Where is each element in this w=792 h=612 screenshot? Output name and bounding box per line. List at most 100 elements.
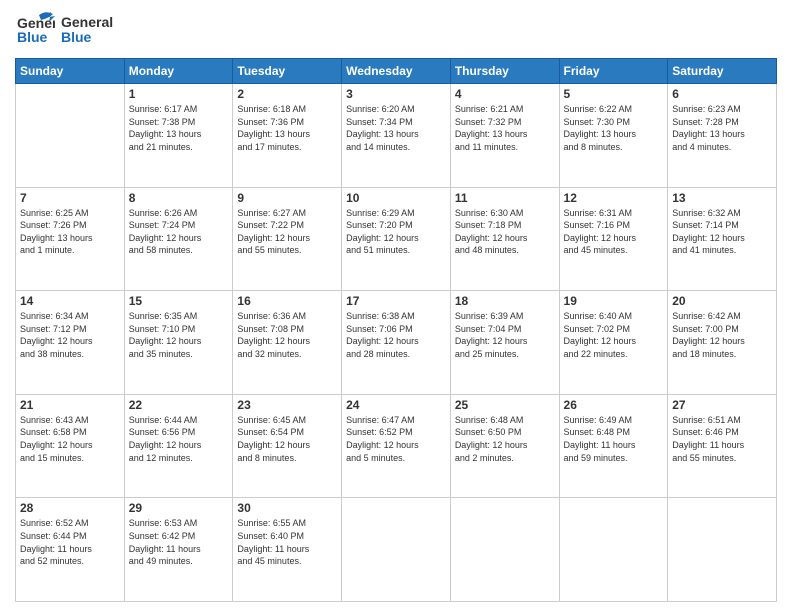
calendar-week-4: 28 Sunrise: 6:52 AM Sunset: 6:44 PM Dayli… — [16, 498, 777, 602]
day-info: Sunrise: 6:21 AM Sunset: 7:32 PM Dayligh… — [455, 103, 555, 153]
calendar-cell: 18 Sunrise: 6:39 AM Sunset: 7:04 PM Dayli… — [450, 291, 559, 395]
calendar-header-monday: Monday — [124, 59, 233, 84]
day-number: 1 — [129, 87, 229, 101]
day-info: Sunrise: 6:43 AM Sunset: 6:58 PM Dayligh… — [20, 414, 120, 464]
day-info: Sunrise: 6:38 AM Sunset: 7:06 PM Dayligh… — [346, 310, 446, 360]
calendar-header-row: SundayMondayTuesdayWednesdayThursdayFrid… — [16, 59, 777, 84]
day-number: 3 — [346, 87, 446, 101]
calendar-header-thursday: Thursday — [450, 59, 559, 84]
logo-text-general: General — [61, 15, 113, 30]
day-info: Sunrise: 6:30 AM Sunset: 7:18 PM Dayligh… — [455, 207, 555, 257]
calendar-cell: 23 Sunrise: 6:45 AM Sunset: 6:54 PM Dayli… — [233, 394, 342, 498]
day-number: 28 — [20, 501, 120, 515]
day-number: 15 — [129, 294, 229, 308]
day-info: Sunrise: 6:45 AM Sunset: 6:54 PM Dayligh… — [237, 414, 337, 464]
day-info: Sunrise: 6:35 AM Sunset: 7:10 PM Dayligh… — [129, 310, 229, 360]
day-number: 17 — [346, 294, 446, 308]
day-number: 21 — [20, 398, 120, 412]
calendar-cell: 25 Sunrise: 6:48 AM Sunset: 6:50 PM Dayli… — [450, 394, 559, 498]
calendar-header-wednesday: Wednesday — [342, 59, 451, 84]
day-info: Sunrise: 6:48 AM Sunset: 6:50 PM Dayligh… — [455, 414, 555, 464]
calendar-cell: 7 Sunrise: 6:25 AM Sunset: 7:26 PM Daylig… — [16, 187, 125, 291]
day-number: 27 — [672, 398, 772, 412]
svg-text:Blue: Blue — [17, 29, 48, 45]
day-info: Sunrise: 6:31 AM Sunset: 7:16 PM Dayligh… — [564, 207, 664, 257]
calendar-cell — [668, 498, 777, 602]
day-number: 8 — [129, 191, 229, 205]
calendar-cell: 16 Sunrise: 6:36 AM Sunset: 7:08 PM Dayli… — [233, 291, 342, 395]
calendar-cell: 20 Sunrise: 6:42 AM Sunset: 7:00 PM Dayli… — [668, 291, 777, 395]
day-info: Sunrise: 6:34 AM Sunset: 7:12 PM Dayligh… — [20, 310, 120, 360]
day-number: 22 — [129, 398, 229, 412]
day-number: 20 — [672, 294, 772, 308]
calendar-cell: 26 Sunrise: 6:49 AM Sunset: 6:48 PM Dayli… — [559, 394, 668, 498]
day-number: 14 — [20, 294, 120, 308]
day-info: Sunrise: 6:36 AM Sunset: 7:08 PM Dayligh… — [237, 310, 337, 360]
calendar-header-saturday: Saturday — [668, 59, 777, 84]
day-number: 16 — [237, 294, 337, 308]
day-number: 18 — [455, 294, 555, 308]
day-info: Sunrise: 6:52 AM Sunset: 6:44 PM Dayligh… — [20, 517, 120, 567]
day-number: 19 — [564, 294, 664, 308]
calendar-cell: 19Sunrise: 6:40 AM Sunset: 7:02 PM Dayli… — [559, 291, 668, 395]
calendar-cell: 28 Sunrise: 6:52 AM Sunset: 6:44 PM Dayli… — [16, 498, 125, 602]
calendar-cell: 13 Sunrise: 6:32 AM Sunset: 7:14 PM Dayli… — [668, 187, 777, 291]
day-info: Sunrise: 6:55 AM Sunset: 6:40 PM Dayligh… — [237, 517, 337, 567]
calendar-cell — [559, 498, 668, 602]
calendar-cell: 5 Sunrise: 6:22 AM Sunset: 7:30 PM Daylig… — [559, 84, 668, 188]
calendar-cell: 10Sunrise: 6:29 AM Sunset: 7:20 PM Dayli… — [342, 187, 451, 291]
calendar-cell: 29 Sunrise: 6:53 AM Sunset: 6:42 PM Dayli… — [124, 498, 233, 602]
day-number: 30 — [237, 501, 337, 515]
calendar-cell: 17 Sunrise: 6:38 AM Sunset: 7:06 PM Dayli… — [342, 291, 451, 395]
day-info: Sunrise: 6:27 AM Sunset: 7:22 PM Dayligh… — [237, 207, 337, 257]
calendar-header-tuesday: Tuesday — [233, 59, 342, 84]
day-number: 25 — [455, 398, 555, 412]
day-number: 13 — [672, 191, 772, 205]
day-info: Sunrise: 6:32 AM Sunset: 7:14 PM Dayligh… — [672, 207, 772, 257]
day-number: 7 — [20, 191, 120, 205]
day-info: Sunrise: 6:49 AM Sunset: 6:48 PM Dayligh… — [564, 414, 664, 464]
day-info: Sunrise: 6:25 AM Sunset: 7:26 PM Dayligh… — [20, 207, 120, 257]
day-number: 5 — [564, 87, 664, 101]
calendar-cell: 2Sunrise: 6:18 AM Sunset: 7:36 PM Daylig… — [233, 84, 342, 188]
calendar-cell — [342, 498, 451, 602]
calendar-cell: 15 Sunrise: 6:35 AM Sunset: 7:10 PM Dayli… — [124, 291, 233, 395]
day-info: Sunrise: 6:53 AM Sunset: 6:42 PM Dayligh… — [129, 517, 229, 567]
day-number: 23 — [237, 398, 337, 412]
calendar-cell: 4 Sunrise: 6:21 AM Sunset: 7:32 PM Daylig… — [450, 84, 559, 188]
calendar-cell — [16, 84, 125, 188]
day-info: Sunrise: 6:42 AM Sunset: 7:00 PM Dayligh… — [672, 310, 772, 360]
day-info: Sunrise: 6:47 AM Sunset: 6:52 PM Dayligh… — [346, 414, 446, 464]
day-info: Sunrise: 6:39 AM Sunset: 7:04 PM Dayligh… — [455, 310, 555, 360]
calendar-header-friday: Friday — [559, 59, 668, 84]
calendar-cell: 6 Sunrise: 6:23 AM Sunset: 7:28 PM Daylig… — [668, 84, 777, 188]
calendar-cell: 1Sunrise: 6:17 AM Sunset: 7:38 PM Daylig… — [124, 84, 233, 188]
day-number: 26 — [564, 398, 664, 412]
calendar-cell: 14 Sunrise: 6:34 AM Sunset: 7:12 PM Dayli… — [16, 291, 125, 395]
calendar-header-sunday: Sunday — [16, 59, 125, 84]
day-number: 4 — [455, 87, 555, 101]
calendar-cell: 12Sunrise: 6:31 AM Sunset: 7:16 PM Dayli… — [559, 187, 668, 291]
calendar-week-2: 14 Sunrise: 6:34 AM Sunset: 7:12 PM Dayli… — [16, 291, 777, 395]
day-number: 6 — [672, 87, 772, 101]
calendar-week-0: 1Sunrise: 6:17 AM Sunset: 7:38 PM Daylig… — [16, 84, 777, 188]
logo-icon: General Blue — [15, 10, 55, 50]
calendar-cell: 11 Sunrise: 6:30 AM Sunset: 7:18 PM Dayli… — [450, 187, 559, 291]
logo: General Blue General Blue — [15, 10, 113, 50]
calendar-cell — [450, 498, 559, 602]
day-number: 29 — [129, 501, 229, 515]
day-info: Sunrise: 6:18 AM Sunset: 7:36 PM Dayligh… — [237, 103, 337, 153]
day-info: Sunrise: 6:23 AM Sunset: 7:28 PM Dayligh… — [672, 103, 772, 153]
day-info: Sunrise: 6:22 AM Sunset: 7:30 PM Dayligh… — [564, 103, 664, 153]
header: General Blue General Blue — [15, 10, 777, 50]
calendar-cell: 8 Sunrise: 6:26 AM Sunset: 7:24 PM Daylig… — [124, 187, 233, 291]
day-number: 24 — [346, 398, 446, 412]
page: General Blue General Blue SundayMondayTu… — [0, 0, 792, 612]
logo-text-blue: Blue — [61, 30, 113, 45]
day-info: Sunrise: 6:26 AM Sunset: 7:24 PM Dayligh… — [129, 207, 229, 257]
calendar-week-3: 21 Sunrise: 6:43 AM Sunset: 6:58 PM Dayli… — [16, 394, 777, 498]
day-info: Sunrise: 6:44 AM Sunset: 6:56 PM Dayligh… — [129, 414, 229, 464]
day-info: Sunrise: 6:51 AM Sunset: 6:46 PM Dayligh… — [672, 414, 772, 464]
calendar-cell: 9Sunrise: 6:27 AM Sunset: 7:22 PM Daylig… — [233, 187, 342, 291]
day-number: 11 — [455, 191, 555, 205]
